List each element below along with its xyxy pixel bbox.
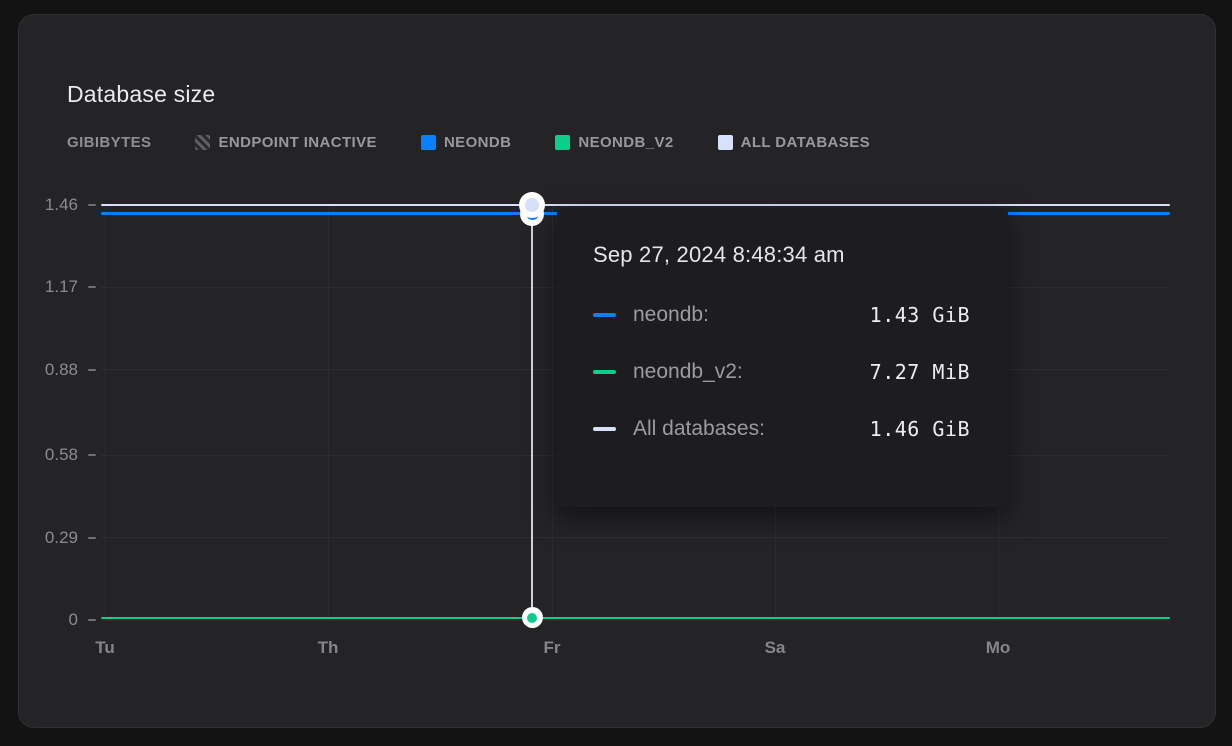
- crosshair-line: [531, 205, 533, 618]
- tooltip-series-label: neondb:: [633, 303, 709, 327]
- data-point-marker-fill: [527, 613, 537, 623]
- y-axis-tick-label: 0.29: [26, 528, 78, 548]
- chart-title: Database size: [67, 81, 215, 108]
- tooltip-series-value: 1.46 GiB: [870, 417, 970, 441]
- legend-item-neondb-v2[interactable]: NEONDB_V2: [555, 134, 673, 151]
- legend-item-neondb[interactable]: NEONDB: [421, 134, 511, 151]
- hatch-swatch-icon: [195, 135, 210, 150]
- page: Database size GIBIBYTES ENDPOINT INACTIV…: [0, 0, 1232, 746]
- data-point-marker-fill: [525, 198, 539, 212]
- y-axis-tick-label: 0.88: [26, 360, 78, 380]
- tooltip-row: All databases: 1.46 GiB: [593, 417, 970, 441]
- y-axis-tick: [88, 537, 96, 539]
- legend-unit-label: GIBIBYTES: [67, 134, 151, 151]
- legend-item-label: ALL DATABASES: [741, 134, 870, 151]
- series-line-all-databases: [101, 204, 1170, 206]
- y-axis-tick-label: 0: [26, 610, 78, 630]
- chart-legend: GIBIBYTES ENDPOINT INACTIVE NEONDB NEONDB_…: [67, 134, 870, 151]
- y-axis-tick-label: 1.17: [26, 277, 78, 297]
- color-swatch-icon: [421, 135, 436, 150]
- legend-item-all-databases[interactable]: ALL DATABASES: [718, 134, 870, 151]
- x-axis-tick-label: Mo: [968, 638, 1028, 658]
- y-axis-tick: [88, 369, 96, 371]
- tooltip-row: neondb_v2: 7.27 MiB: [593, 360, 970, 384]
- gridline-horizontal: [101, 620, 1170, 621]
- legend-item-label: NEONDB_V2: [578, 134, 673, 151]
- color-swatch-icon: [718, 135, 733, 150]
- y-axis-tick: [88, 454, 96, 456]
- series-dash-icon: [593, 313, 616, 317]
- gridline-vertical: [552, 205, 553, 620]
- legend-item-label: ENDPOINT INACTIVE: [218, 134, 376, 151]
- tooltip-row: neondb: 1.43 GiB: [593, 303, 970, 327]
- x-axis-tick-label: Tu: [75, 638, 135, 658]
- y-axis-tick: [88, 619, 96, 621]
- data-point-marker-all-databases: [519, 192, 545, 218]
- tooltip-series-value: 7.27 MiB: [870, 360, 970, 384]
- y-axis-tick: [88, 204, 96, 206]
- y-axis-tick-label: 1.46: [26, 195, 78, 215]
- gridline-vertical: [105, 205, 106, 620]
- color-swatch-icon: [555, 135, 570, 150]
- tooltip-series-value: 1.43 GiB: [870, 303, 970, 327]
- tooltip-series-label: neondb_v2:: [633, 360, 743, 384]
- legend-item-label: NEONDB: [444, 134, 511, 151]
- series-dash-icon: [593, 427, 616, 431]
- x-axis-tick-label: Fr: [522, 638, 582, 658]
- y-axis-tick-label: 0.58: [26, 445, 78, 465]
- x-axis-tick-label: Sa: [745, 638, 805, 658]
- legend-item-endpoint-inactive[interactable]: ENDPOINT INACTIVE: [195, 134, 376, 151]
- gridline-horizontal: [101, 537, 1170, 538]
- series-line-neondb-v2: [101, 617, 1170, 620]
- chart-tooltip: Sep 27, 2024 8:48:34 am neondb:1.43 GiBn…: [557, 208, 1008, 507]
- tooltip-timestamp: Sep 27, 2024 8:48:34 am: [593, 242, 970, 268]
- series-dash-icon: [593, 370, 616, 374]
- tooltip-series-label: All databases:: [633, 417, 765, 441]
- x-axis-tick-label: Th: [298, 638, 358, 658]
- data-point-marker-neondb-v2: [522, 607, 543, 628]
- y-axis-tick: [88, 286, 96, 288]
- gridline-vertical: [328, 205, 329, 620]
- database-size-card: Database size GIBIBYTES ENDPOINT INACTIV…: [18, 14, 1216, 728]
